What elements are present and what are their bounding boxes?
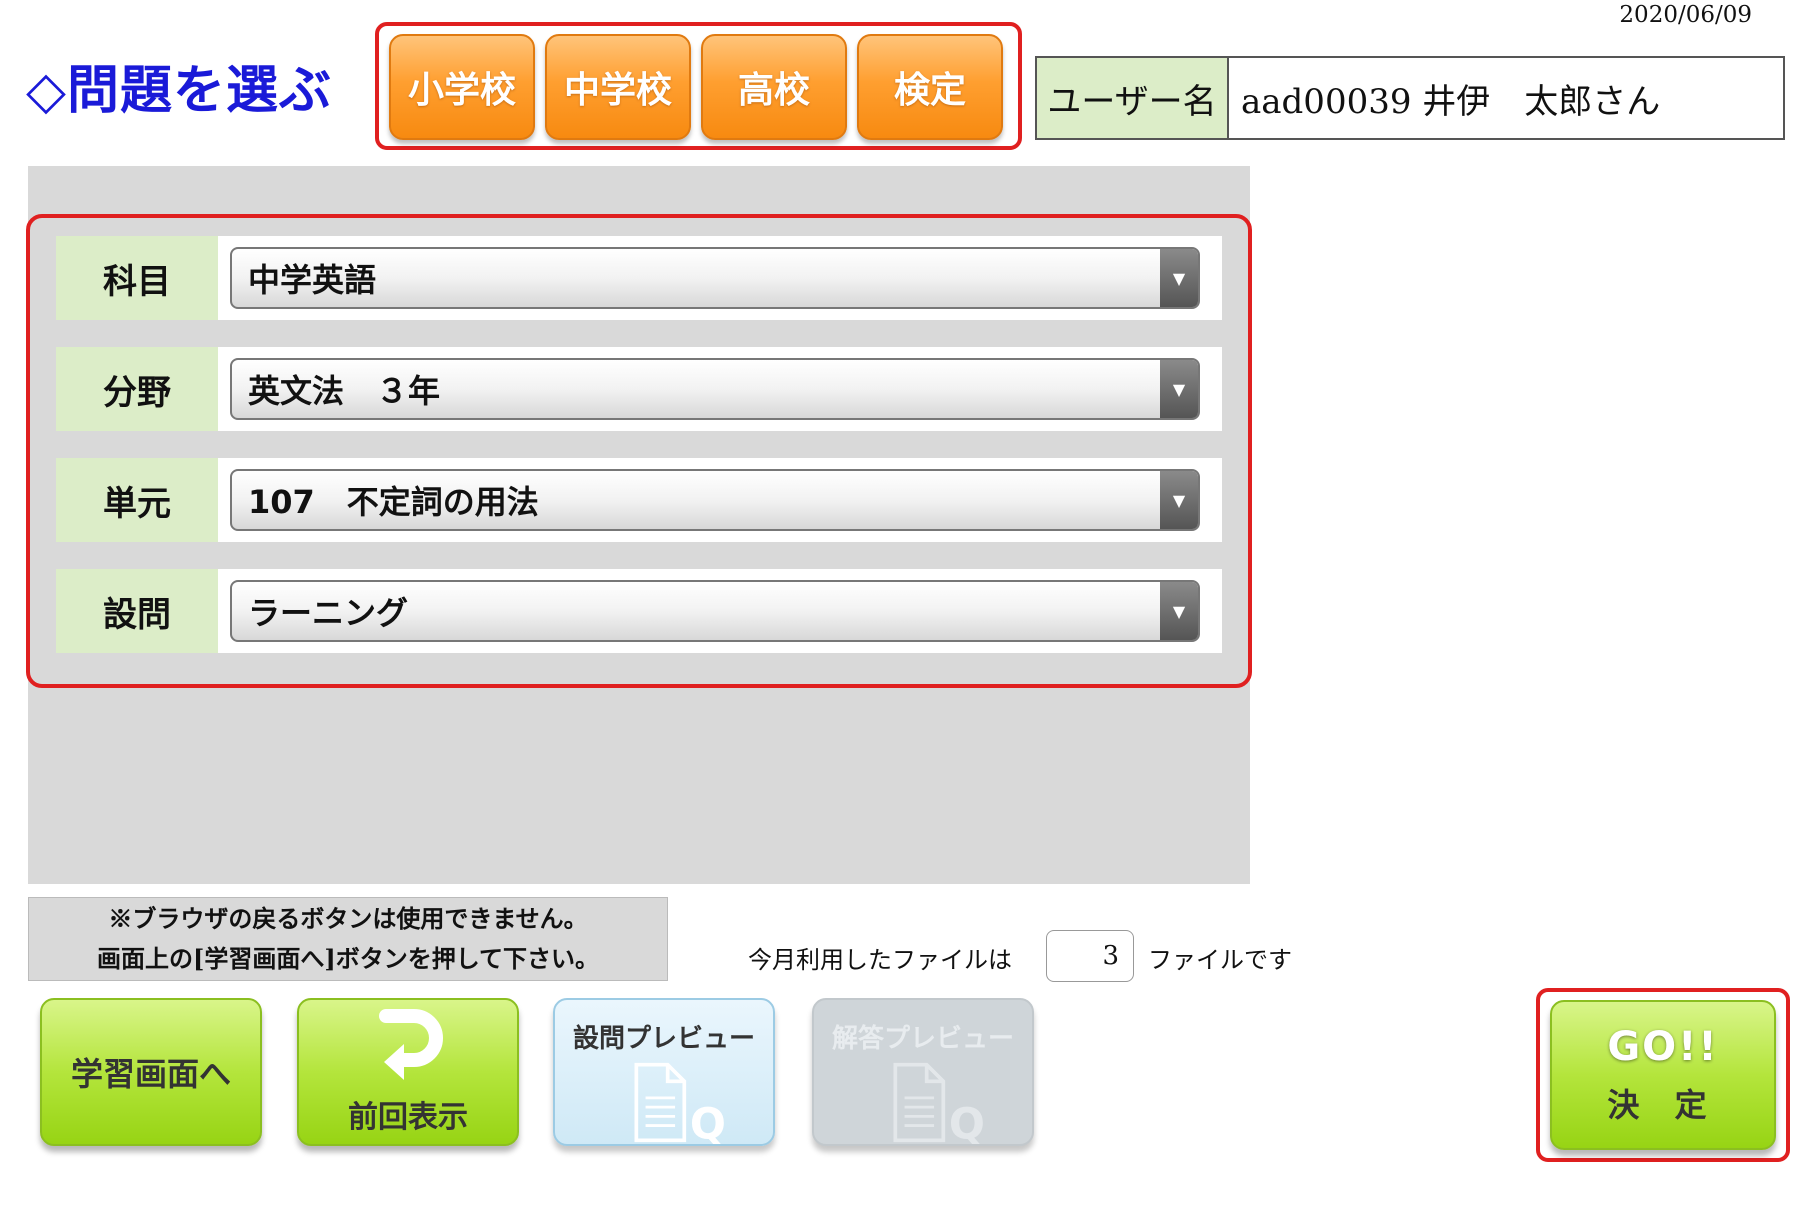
dropdown-arrow-icon[interactable]: ▼ <box>1160 582 1198 640</box>
page-title: ◇問題を選ぶ <box>26 60 332 121</box>
tab-elementary-school[interactable]: 小学校 <box>389 34 535 140</box>
study-screen-label: 学習画面へ <box>70 1055 231 1093</box>
tab-high-school[interactable]: 高校 <box>701 34 847 140</box>
user-name-label: ユーザー名 <box>1037 58 1229 138</box>
dropdown-arrow-icon[interactable]: ▼ <box>1160 360 1198 418</box>
user-info: ユーザー名 aad00039 井伊 太郎さん <box>1035 56 1785 140</box>
unit-value: 107 不定詞の用法 <box>248 483 539 521</box>
question-row: 設問 ラーニング ▼ <box>56 569 1222 653</box>
unit-label: 単元 <box>56 458 218 542</box>
unit-select[interactable]: 107 不定詞の用法 ▼ <box>230 469 1200 531</box>
unit-row: 単元 107 不定詞の用法 ▼ <box>56 458 1222 542</box>
question-preview-label: 設問プレビュー <box>572 1024 755 1054</box>
files-used-count: 3 <box>1046 930 1134 982</box>
browser-back-notice: ※ブラウザの戻るボタンは使用できません。 画面上の[学習画面へ]ボタンを押して下… <box>28 897 668 981</box>
user-name-value: aad00039 井伊 太郎さん <box>1241 81 1661 122</box>
decide-label: 決 定 <box>1607 1086 1719 1124</box>
field-value: 英文法 ３年 <box>248 372 441 410</box>
field-label: 分野 <box>56 347 218 431</box>
dropdown-arrow-icon[interactable]: ▼ <box>1160 471 1198 529</box>
go-label: GO!! <box>1607 1024 1719 1070</box>
field-select[interactable]: 英文法 ３年 ▼ <box>230 358 1200 420</box>
subject-label: 科目 <box>56 236 218 320</box>
svg-text:Q: Q <box>690 1100 726 1144</box>
tab-junior-high-school[interactable]: 中学校 <box>545 34 691 140</box>
svg-text:Q: Q <box>949 1100 985 1144</box>
files-used-suffix: ファイルです <box>1148 946 1292 974</box>
previous-display-button[interactable]: 前回表示 <box>297 998 519 1146</box>
field-row: 分野 英文法 ３年 ▼ <box>56 347 1222 431</box>
go-decide-button[interactable]: GO!! 決 定 <box>1550 1000 1776 1150</box>
answer-preview-button[interactable]: 解答プレビュー Q <box>812 998 1034 1146</box>
study-screen-button[interactable]: 学習画面へ <box>40 998 262 1146</box>
document-q-icon: Q <box>893 1062 985 1144</box>
tab-certification[interactable]: 検定 <box>857 34 1003 140</box>
subject-value: 中学英語 <box>248 261 377 299</box>
document-q-icon: Q <box>634 1062 726 1144</box>
question-preview-button[interactable]: 設問プレビュー Q <box>553 998 775 1146</box>
subject-row: 科目 中学英語 ▼ <box>56 236 1222 320</box>
dropdown-arrow-icon[interactable]: ▼ <box>1160 249 1198 307</box>
current-date: 2020/06/09 <box>1619 2 1752 28</box>
question-select[interactable]: ラーニング ▼ <box>230 580 1200 642</box>
files-used-prefix: 今月利用したファイルは <box>748 946 1012 974</box>
question-label: 設問 <box>56 569 218 653</box>
return-arrow-icon <box>379 1009 443 1080</box>
notice-line-2: 画面上の[学習画面へ]ボタンを押して下さい。 <box>97 944 599 973</box>
answer-preview-label: 解答プレビュー <box>831 1024 1014 1054</box>
previous-display-label: 前回表示 <box>348 1100 468 1135</box>
question-value: ラーニング <box>248 594 409 632</box>
notice-line-1: ※ブラウザの戻るボタンは使用できません。 <box>108 904 588 933</box>
subject-select[interactable]: 中学英語 ▼ <box>230 247 1200 309</box>
